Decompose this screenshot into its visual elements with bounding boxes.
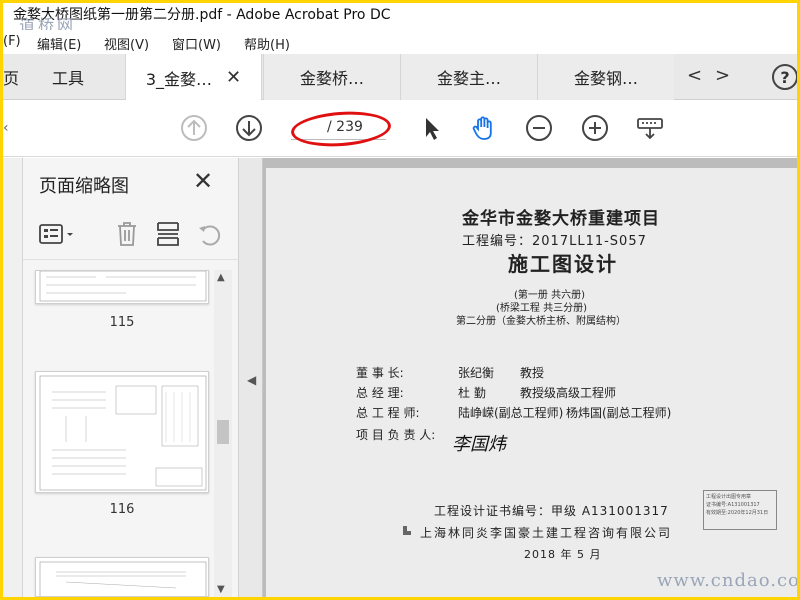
tab-doc-label: 金婺主… [436,69,501,88]
options-menu-icon[interactable] [39,222,79,248]
volume-line-3: 第二分册（金婺大桥主桥、附属结构） [456,316,626,327]
chevron-left-icon[interactable]: < [687,65,702,86]
title-bar: 金婺大桥图纸第一册第二分册.pdf - Adobe Acrobat Pro DC… [3,3,797,35]
collapse-pane-icon[interactable]: ◀ [247,373,256,387]
person-name: 张纪衡 [458,366,495,380]
tab-doc-label: 3_金婺… [145,69,213,89]
tab-bar: 页 工具 3_金婺… ✕ 金婺桥… 金婺主… 金婺钢… < > ? [3,54,797,101]
toolbar: ‹ / 239 [3,100,797,157]
menu-view[interactable]: 视图(V) [104,34,149,53]
thumbnail-page-number: 115 [109,315,135,330]
menu-window[interactable]: 窗口(W) [172,34,221,53]
thumbnail-pane: 页面缩略图 ✕ 115 116 ▲ ▼ [23,158,239,597]
menu-help[interactable]: 帮助(H) [244,34,290,53]
thumbnail-scrollbar[interactable]: ▲ ▼ [214,270,232,597]
stamp-line: 证书编号:A131001317 [706,502,760,508]
rotate-icon[interactable] [195,220,223,248]
keyboard-scroll-icon[interactable] [636,114,664,142]
person-name: 陆峥嵘(副总工程师) [458,406,564,420]
person-title: 杨炜国(副总工程师) [566,406,672,420]
tab-doc-4[interactable]: 金婺钢… [537,54,674,100]
menu-bar: (F) 编辑(E) 视图(V) 窗口(W) 帮助(H) [3,30,797,54]
help-icon[interactable]: ? [772,64,797,90]
tab-home-label: 页 [3,69,20,88]
person-name: 杜 勤 [458,386,486,400]
menu-file[interactable]: (F) [3,34,21,49]
role-label: 总 工 程 师: [356,406,420,420]
stamp-line: 工程设计出图专用章 [706,494,752,500]
company-logo-icon [403,526,411,535]
tab-doc-active[interactable]: 3_金婺… ✕ [125,54,262,101]
thumbnail-page-number: 116 [109,502,135,517]
extract-pages-icon[interactable] [155,220,181,248]
tab-doc-label: 金婺钢… [573,69,638,88]
certificate-number: 工程设计证书编号：甲级 A131001317 [434,504,669,518]
scroll-up-icon[interactable]: ▲ [217,272,225,283]
role-label: 总 经 理: [356,386,404,400]
previous-page-icon[interactable] [180,114,208,142]
hand-tool-icon[interactable] [470,114,498,142]
menu-edit[interactable]: 编辑(E) [37,34,81,53]
page-thumbnail[interactable] [35,270,209,304]
next-page-icon[interactable] [235,114,263,142]
tab-home[interactable]: 页 [3,54,19,100]
close-icon[interactable]: ✕ [193,167,213,195]
tab-tools-label: 工具 [52,69,85,88]
page-thumbnail[interactable] [35,557,209,597]
design-stamp: 工程设计出图专用章 证书编号:A131001317 有效期至:2020年12月3… [703,490,777,530]
pane-splitter[interactable]: ◀ [239,158,263,597]
scroll-down-icon[interactable]: ▼ [217,584,225,595]
select-arrow-icon[interactable] [417,114,445,142]
issue-date: 2018 年 5 月 [524,548,602,561]
pdf-page: 金华市金婺大桥重建项目 工程编号：2017LL11-S057 施工图设计 (第一… [266,168,797,597]
thumbnail-drawing [39,375,207,491]
stamp-line: 有效期至:2020年12月31日 [706,510,769,516]
role-label: 项 目 负 责 人: [356,428,436,442]
thumbnail-drawing [39,561,207,596]
tab-doc-2[interactable]: 金婺桥… [263,54,400,100]
tab-doc-3[interactable]: 金婺主… [400,54,537,100]
close-tab-icon[interactable]: ✕ [226,67,241,88]
chevron-left-icon[interactable]: ‹ [3,120,9,136]
page-thumbnail[interactable] [35,371,209,493]
scroll-thumb[interactable] [217,420,229,444]
acrobat-window: 金婺大桥图纸第一册第二分册.pdf - Adobe Acrobat Pro DC… [3,3,797,597]
thumbnail-toolbar [23,210,239,260]
chevron-right-icon[interactable]: > [715,65,730,86]
company-name: 上海林同炎李国豪土建工程咨询有限公司 [420,526,673,540]
pane-title: 页面缩略图 [39,176,129,197]
red-circle-annotation [289,108,393,150]
project-title: 金华市金婺大桥重建项目 [462,209,660,229]
project-code: 工程编号：2017LL11-S057 [462,234,647,249]
thumbnail-drawing [39,271,207,302]
document-viewport[interactable]: 金华市金婺大桥重建项目 工程编号：2017LL11-S057 施工图设计 (第一… [263,158,797,597]
left-nav-strip [3,158,23,597]
zoom-out-icon[interactable] [525,114,553,142]
tab-doc-label: 金婺桥… [299,69,364,88]
delete-page-icon[interactable] [115,220,139,248]
design-stage: 施工图设计 [508,252,618,276]
role-label: 董 事 长: [356,366,404,380]
handwritten-signature: 李国炜 [452,434,506,455]
zoom-in-icon[interactable] [581,114,609,142]
site-watermark-bottom: www.cndao.com [657,570,797,591]
tab-tools[interactable]: 工具 [52,54,84,100]
person-title: 教授级高级工程师 [520,386,617,400]
person-title: 教授 [520,366,545,380]
